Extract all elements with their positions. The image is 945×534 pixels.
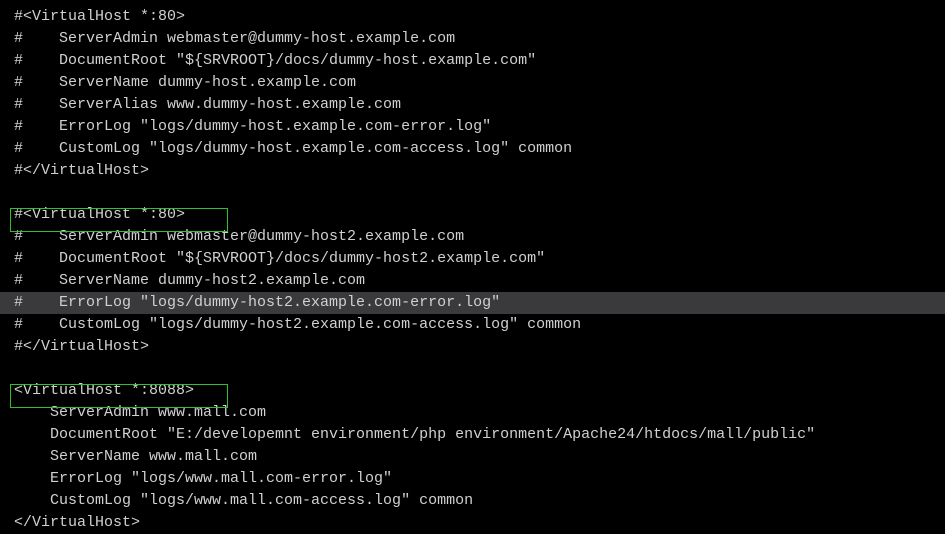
code-line[interactable]: </VirtualHost> [0, 512, 945, 534]
code-line[interactable]: # ErrorLog "logs/dummy-host.example.com-… [0, 116, 945, 138]
code-line[interactable]: # ServerName dummy-host2.example.com [0, 270, 945, 292]
code-line[interactable]: # CustomLog "logs/dummy-host.example.com… [0, 138, 945, 160]
code-line[interactable]: # DocumentRoot "${SRVROOT}/docs/dummy-ho… [0, 50, 945, 72]
code-line[interactable]: # ServerName dummy-host.example.com [0, 72, 945, 94]
code-line[interactable]: CustomLog "logs/www.mall.com-access.log"… [0, 490, 945, 512]
code-line[interactable]: #</VirtualHost> [0, 336, 945, 358]
code-line[interactable]: # ServerAdmin webmaster@dummy-host.examp… [0, 28, 945, 50]
code-line[interactable]: ServerAdmin www.mall.com [0, 402, 945, 424]
code-line[interactable]: #<VirtualHost *:80> [0, 204, 945, 226]
code-line[interactable]: DocumentRoot "E:/developemnt environment… [0, 424, 945, 446]
code-line[interactable]: ErrorLog "logs/www.mall.com-error.log" [0, 468, 945, 490]
code-line[interactable]: <VirtualHost *:8088> [0, 380, 945, 402]
code-line[interactable] [0, 358, 945, 380]
code-line[interactable]: # CustomLog "logs/dummy-host2.example.co… [0, 314, 945, 336]
code-line[interactable]: # DocumentRoot "${SRVROOT}/docs/dummy-ho… [0, 248, 945, 270]
code-line[interactable] [0, 182, 945, 204]
code-editor[interactable]: #<VirtualHost *:80># ServerAdmin webmast… [0, 6, 945, 500]
code-line[interactable]: # ErrorLog "logs/dummy-host2.example.com… [0, 292, 945, 314]
code-line[interactable]: ServerName www.mall.com [0, 446, 945, 468]
code-line[interactable]: #</VirtualHost> [0, 160, 945, 182]
code-line[interactable]: # ServerAdmin webmaster@dummy-host2.exam… [0, 226, 945, 248]
code-line[interactable]: # ServerAlias www.dummy-host.example.com [0, 94, 945, 116]
code-line[interactable]: #<VirtualHost *:80> [0, 6, 945, 28]
